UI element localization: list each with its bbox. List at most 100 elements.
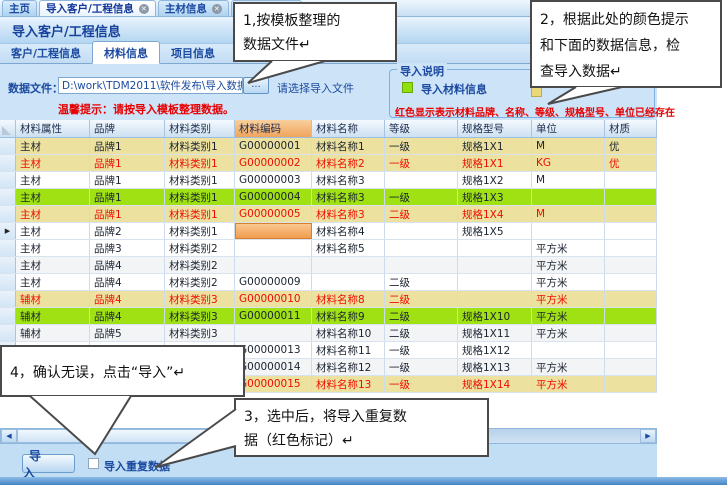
close-icon[interactable]: ✕	[139, 4, 149, 14]
grid-cell[interactable]: 平方米	[532, 325, 605, 341]
grid-cell[interactable]	[235, 257, 312, 273]
grid-cell[interactable]	[605, 291, 657, 307]
grid-cell[interactable]: 主材	[16, 189, 90, 205]
grid-cell[interactable]: 二级	[385, 206, 458, 222]
grid-cell[interactable]: 材料名称13	[312, 376, 385, 392]
table-row[interactable]: 主材品牌1材料类别1G00000005材料名称3二级规格1X4M	[0, 206, 657, 223]
grid-cell[interactable]: 主材	[16, 274, 90, 290]
grid-cell[interactable]: 材料名称2	[312, 155, 385, 171]
column-header-8[interactable]: 材质	[605, 120, 657, 137]
row-indicator[interactable]	[0, 274, 16, 290]
grid-cell[interactable]	[605, 206, 657, 222]
grid-cell[interactable]: 品牌4	[90, 274, 165, 290]
grid-cell[interactable]: 品牌4	[90, 308, 165, 324]
table-row[interactable]: 主材品牌1材料类别1G00000001材料名称1一级规格1X1M优	[0, 138, 657, 155]
column-header-3[interactable]: 材料编码	[235, 120, 312, 137]
grid-cell[interactable]: 材料类别1	[165, 155, 235, 171]
grid-cell[interactable]: 一级	[385, 359, 458, 375]
grid-cell[interactable]: 材料名称8	[312, 291, 385, 307]
grid-cell[interactable]	[605, 308, 657, 324]
grid-cell[interactable]	[605, 359, 657, 375]
grid-cell[interactable]: 主材	[16, 206, 90, 222]
grid-cell[interactable]	[605, 376, 657, 392]
table-row[interactable]: 主材品牌3材料类别2材料名称5平方米	[0, 240, 657, 257]
column-header-2[interactable]: 材料类别	[165, 120, 235, 137]
main-tab-1[interactable]: 导入客户/工程信息✕	[39, 0, 156, 16]
grid-cell[interactable]: 主材	[16, 240, 90, 256]
table-row[interactable]: 辅材品牌5材料类别3材料名称10二级规格1X11平方米	[0, 325, 657, 342]
grid-cell[interactable]: 二级	[385, 308, 458, 324]
grid-cell[interactable]: 品牌4	[90, 257, 165, 273]
grid-cell[interactable]: 辅材	[16, 291, 90, 307]
grid-cell[interactable]: 材料名称4	[312, 223, 385, 239]
grid-cell[interactable]	[605, 325, 657, 341]
column-header-7[interactable]: 单位	[532, 120, 605, 137]
grid-cell[interactable]	[385, 257, 458, 273]
grid-cell[interactable]	[605, 223, 657, 239]
grid-cell[interactable]: 材料名称3	[312, 189, 385, 205]
row-indicator[interactable]	[0, 172, 16, 188]
grid-cell[interactable]	[235, 223, 312, 239]
grid-cell[interactable]: 规格1X2	[458, 172, 532, 188]
grid-cell[interactable]	[235, 325, 312, 341]
close-icon[interactable]: ✕	[212, 4, 222, 14]
table-row[interactable]: 主材品牌1材料类别1G00000002材料名称2一级规格1X1KG优	[0, 155, 657, 172]
table-row[interactable]: 主材品牌4材料类别2G00000009二级平方米	[0, 274, 657, 291]
grid-cell[interactable]: 规格1X1	[458, 155, 532, 171]
grid-cell[interactable]	[532, 223, 605, 239]
scroll-right-arrow-icon[interactable]: ▶	[640, 429, 656, 443]
grid-cell[interactable]	[458, 291, 532, 307]
grid-cell[interactable]: 优	[605, 155, 657, 171]
grid-cell[interactable]: G00000014	[235, 359, 312, 375]
row-indicator[interactable]	[0, 206, 16, 222]
grid-cell[interactable]: 主材	[16, 223, 90, 239]
grid-cell[interactable]: M	[532, 138, 605, 154]
grid-cell[interactable]: 一级	[385, 189, 458, 205]
current-row-indicator[interactable]: ▶	[0, 223, 16, 239]
data-file-path-input[interactable]: D:\work\TDM2011\软件发布\导入数据模板\材料	[58, 77, 243, 94]
grid-cell[interactable]: 一级	[385, 155, 458, 171]
grid-cell[interactable]: 二级	[385, 325, 458, 341]
grid-cell[interactable]	[458, 240, 532, 256]
grid-cell[interactable]: M	[532, 172, 605, 188]
sub-tab-2[interactable]: 项目信息	[160, 42, 226, 63]
row-indicator[interactable]	[0, 257, 16, 273]
grid-cell[interactable]: G00000015	[235, 376, 312, 392]
grid-cell[interactable]: 材料名称3	[312, 172, 385, 188]
grid-cell[interactable]: 一级	[385, 138, 458, 154]
grid-cell[interactable]: 品牌1	[90, 172, 165, 188]
grid-cell[interactable]: 一级	[385, 342, 458, 358]
grid-cell[interactable]: KG	[532, 155, 605, 171]
table-row[interactable]: ▶主材品牌2材料类别1材料名称4规格1X5	[0, 223, 657, 240]
grid-cell[interactable]: 品牌1	[90, 189, 165, 205]
grid-cell[interactable]: 一级	[385, 376, 458, 392]
row-indicator[interactable]	[0, 291, 16, 307]
grid-cell[interactable]: 规格1X10	[458, 308, 532, 324]
import-duplicates-checkbox[interactable]	[88, 458, 99, 469]
grid-cell[interactable]: 主材	[16, 172, 90, 188]
grid-cell[interactable]: 品牌1	[90, 206, 165, 222]
grid-cell[interactable]: 平方米	[532, 308, 605, 324]
grid-cell[interactable]: 二级	[385, 274, 458, 290]
grid-corner-cell[interactable]	[0, 120, 16, 137]
table-row[interactable]: 主材品牌4材料类别2平方米	[0, 257, 657, 274]
grid-cell[interactable]: 主材	[16, 155, 90, 171]
grid-cell[interactable]: 材料类别2	[165, 274, 235, 290]
grid-cell[interactable]	[605, 274, 657, 290]
grid-cell[interactable]: 辅材	[16, 325, 90, 341]
column-header-0[interactable]: 材料属性	[16, 120, 90, 137]
main-tab-0[interactable]: 主页	[2, 0, 37, 16]
grid-cell[interactable]: 材料类别3	[165, 291, 235, 307]
grid-cell[interactable]: 材料类别2	[165, 257, 235, 273]
grid-cell[interactable]	[385, 240, 458, 256]
grid-cell[interactable]	[605, 172, 657, 188]
grid-cell[interactable]	[235, 240, 312, 256]
grid-cell[interactable]: 平方米	[532, 240, 605, 256]
grid-cell[interactable]	[312, 257, 385, 273]
grid-cell[interactable]	[605, 342, 657, 358]
grid-cell[interactable]	[385, 172, 458, 188]
grid-cell[interactable]: 规格1X11	[458, 325, 532, 341]
column-header-1[interactable]: 品牌	[90, 120, 165, 137]
row-indicator[interactable]	[0, 189, 16, 205]
grid-cell[interactable]: 材料类别1	[165, 172, 235, 188]
